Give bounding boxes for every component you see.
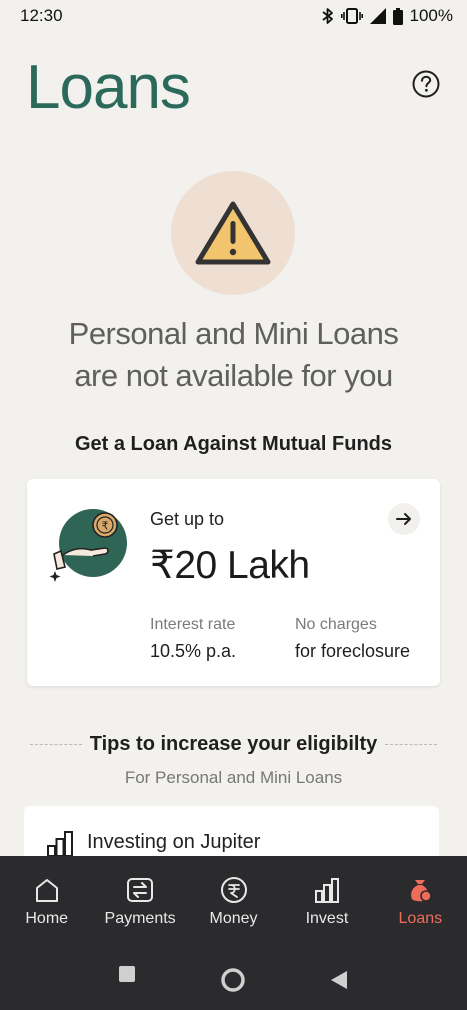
unavailable-line-1: Personal and Mini Loans: [68, 316, 399, 351]
unavailable-line-2: are not available for you: [74, 358, 393, 393]
nav-loans-label: Loans: [398, 910, 443, 927]
tips-subtitle: For Personal and Mini Loans: [124, 768, 343, 787]
system-nav-bar: [0, 940, 467, 1010]
money-bag-icon: [411, 880, 433, 902]
nav-invest[interactable]: Invest: [280, 856, 373, 940]
battery-percent: 100%: [409, 6, 453, 25]
coin-hand-illustration: ₹: [49, 509, 127, 582]
arrow-right-icon: [396, 513, 411, 525]
offer-section-title: Get a Loan Against Mutual Funds: [74, 433, 393, 455]
bottom-nav: Home Payments Money Invest Loans: [0, 856, 467, 940]
home-circle-icon[interactable]: [220, 967, 246, 993]
interest-rate-label: Interest rate: [150, 616, 236, 633]
interest-rate-value: 10.5% p.a.: [150, 641, 237, 661]
home-icon: [35, 879, 58, 902]
nav-home-label: Home: [25, 910, 69, 927]
warning-triangle-icon: [195, 201, 271, 265]
loan-against-mf-card[interactable]: ₹ Get up to ₹20 Lakh Interest rate 10.5%…: [27, 479, 440, 686]
page-title: Loans: [26, 52, 191, 122]
tip-label: Investing on Jupiter: [87, 831, 261, 853]
tips-header: Tips to increase your eligibilty: [30, 733, 437, 756]
bar-chart-icon: [47, 831, 73, 857]
offer-arrow-button[interactable]: [388, 503, 420, 535]
unavailable-message: Personal and Mini Loans are not availabl…: [0, 313, 467, 397]
back-icon[interactable]: [330, 970, 348, 990]
battery-icon: [392, 7, 403, 25]
nav-money[interactable]: Money: [187, 856, 280, 940]
offer-subtitle: Get up to: [150, 509, 225, 529]
tips-title: Tips to increase your eligibilty: [89, 733, 378, 755]
nav-money-label: Money: [209, 910, 258, 927]
nav-payments-label: Payments: [104, 910, 176, 927]
offer-amount: ₹20 Lakh: [150, 544, 310, 587]
nav-payments[interactable]: Payments: [93, 856, 186, 940]
svg-text:₹: ₹: [102, 520, 109, 533]
nav-invest-label: Invest: [305, 910, 349, 927]
status-bar: 12:30 100%: [0, 0, 467, 32]
divider-right: [385, 744, 437, 745]
warning-badge: [171, 171, 295, 295]
recents-icon[interactable]: [118, 965, 136, 983]
rupee-coin-icon: [220, 877, 247, 903]
charges-label: No charges: [295, 616, 377, 633]
nav-home[interactable]: Home: [0, 856, 93, 940]
vibrate-icon: [340, 8, 363, 24]
charges-value: for foreclosure: [295, 641, 411, 661]
question-circle-icon[interactable]: [411, 69, 441, 99]
status-icons: 100%: [321, 6, 453, 26]
signal-icon: [369, 8, 386, 24]
header: Loans: [26, 52, 441, 122]
nav-loans[interactable]: Loans: [374, 856, 467, 940]
payments-icon: [127, 878, 154, 902]
bluetooth-icon: [321, 8, 333, 24]
status-time: 12:30: [20, 6, 63, 25]
invest-bars-icon: [314, 878, 339, 903]
divider-left: [30, 744, 82, 745]
